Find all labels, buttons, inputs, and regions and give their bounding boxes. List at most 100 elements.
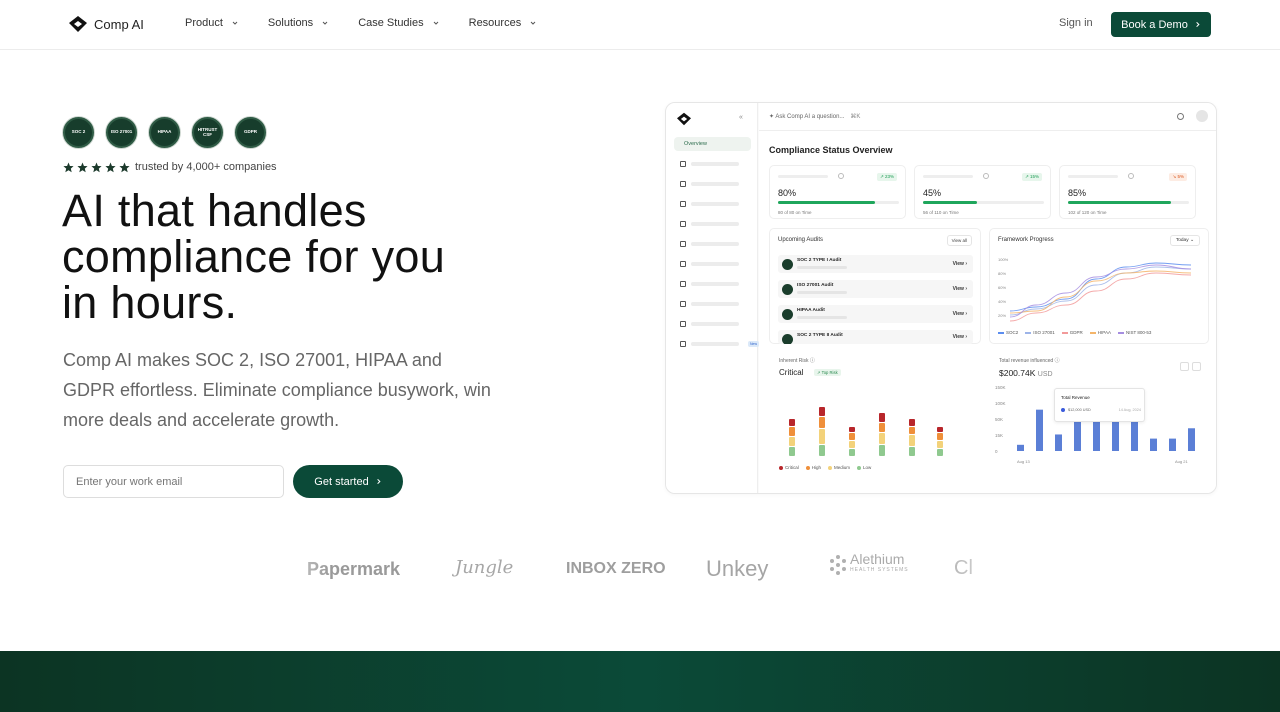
framework-line-chart: 100% 80% 60% 40% 20% xyxy=(998,257,1192,322)
risk-bar-segment xyxy=(819,429,825,444)
legend-swatch xyxy=(1089,331,1096,334)
chart-icon xyxy=(680,241,686,247)
progress-bar xyxy=(778,201,899,204)
y-tick-label: 150K xyxy=(995,385,1006,390)
revenue-bar xyxy=(1150,438,1157,451)
logo-fade-left xyxy=(250,545,330,593)
menu-resources-label: Resources xyxy=(468,17,522,29)
sidebar-item[interactable]: New xyxy=(680,341,760,347)
sidebar-item-placeholder xyxy=(691,262,739,266)
risk-bar-segment xyxy=(909,427,915,434)
legend-item: NIST 800-53 xyxy=(1117,330,1152,335)
get-started-button[interactable]: Get started xyxy=(293,465,403,498)
sidebar-item[interactable] xyxy=(680,281,739,287)
sidebar-item-placeholder xyxy=(691,242,739,246)
menu-solutions[interactable]: Solutions xyxy=(268,17,329,29)
certification-badges: SOC 2 ISO 27001 HIPAA HITRUST CSF GDPR xyxy=(63,117,266,148)
green-section-band xyxy=(0,651,1280,712)
risk-bar-segment xyxy=(849,427,855,432)
logo-fade-right xyxy=(950,545,1030,593)
range-select[interactable]: Today ⌄ xyxy=(1169,235,1200,246)
view-label: View xyxy=(952,286,964,292)
chevron-right-icon xyxy=(1196,21,1200,28)
sidebar-item[interactable] xyxy=(680,321,739,327)
stat-percent: 85% xyxy=(1068,188,1087,198)
audit-item[interactable]: ISO 27001 Audit View › xyxy=(778,280,973,298)
card-title: Inherent Risk ⓘ xyxy=(779,358,815,364)
y-tick-label: 100% xyxy=(998,257,1009,262)
collapse-icon[interactable]: « xyxy=(739,114,743,121)
tooltip-swatch xyxy=(1061,408,1065,412)
sidebar-item-placeholder xyxy=(691,202,739,206)
audit-badge-icon xyxy=(782,259,793,270)
legend-swatch xyxy=(1025,331,1032,334)
alethium-name: Alethium xyxy=(850,551,905,567)
risk-bar-segment xyxy=(879,433,885,444)
bar-chart-icon[interactable] xyxy=(1180,362,1189,371)
menu-product[interactable]: Product xyxy=(185,17,239,29)
sidebar-item[interactable] xyxy=(680,181,739,187)
menu-resources[interactable]: Resources xyxy=(469,17,538,29)
view-all-button[interactable]: View all xyxy=(946,235,972,246)
star-icon xyxy=(91,162,102,172)
chevron-down-icon xyxy=(433,21,438,25)
progress-fill xyxy=(923,201,978,204)
audit-badge-icon xyxy=(782,284,793,295)
audit-name: ISO 27001 Audit xyxy=(797,283,834,288)
ask-ai-input[interactable]: ✦ Ask Comp AI a question... ⌘K xyxy=(769,113,860,120)
risk-stacked-bars xyxy=(789,407,943,456)
risk-bar-segment xyxy=(937,433,943,440)
chevron-right-icon xyxy=(376,478,381,485)
risk-bar-segment xyxy=(879,445,885,456)
audit-badge-icon xyxy=(782,334,793,344)
audit-item[interactable]: SOC 2 TYPE I Audit View › xyxy=(778,255,973,273)
sidebar-item-placeholder xyxy=(691,222,739,226)
audit-item[interactable]: HIPAA Audit View › xyxy=(778,305,973,323)
legend-label: High xyxy=(811,465,822,470)
sidebar-item-overview[interactable]: Overview xyxy=(674,137,751,151)
iso27001-badge: ISO 27001 xyxy=(106,117,137,148)
sidebar-item-placeholder xyxy=(691,342,739,346)
menu-case-studies-label: Case Studies xyxy=(358,17,424,29)
rating-row: trusted by 4,000+ companies xyxy=(63,161,277,173)
view-link[interactable]: View › xyxy=(953,311,967,317)
risk-bar-segment xyxy=(879,413,885,422)
risk-bar-segment xyxy=(819,407,825,416)
sidebar-item[interactable] xyxy=(680,261,739,267)
stat-card: ↗ 23% 80% 80 of 80 on Time xyxy=(769,165,906,219)
view-link[interactable]: View › xyxy=(953,334,967,340)
work-email-input[interactable] xyxy=(63,465,284,498)
book-demo-button[interactable]: Book a Demo xyxy=(1111,12,1211,37)
upcoming-audits-card: Upcoming Audits View all SOC 2 TYPE I Au… xyxy=(769,228,981,344)
avatar[interactable] xyxy=(1196,110,1208,122)
sidebar-item[interactable] xyxy=(680,201,739,207)
hero-subhead: Comp AI makes SOC 2, ISO 27001, HIPAA an… xyxy=(63,350,491,430)
chevron-down-icon xyxy=(322,21,328,25)
line-chart-icon[interactable] xyxy=(1192,362,1201,371)
sign-in-link[interactable]: Sign in xyxy=(1059,17,1093,29)
audit-item[interactable]: SOC 2 TYPE II Audit View › xyxy=(778,330,973,344)
brand-logo[interactable]: Comp AI xyxy=(68,15,144,33)
sidebar-item[interactable] xyxy=(680,301,739,307)
progress-bar xyxy=(923,201,1044,204)
star-icon xyxy=(119,162,130,172)
lock-icon xyxy=(680,281,686,287)
sidebar-item[interactable] xyxy=(680,161,739,167)
risk-title: Inherent Risk xyxy=(779,358,809,364)
sidebar-item[interactable] xyxy=(680,241,739,247)
info-icon xyxy=(1128,173,1134,179)
top-navbar: Comp AI Product Solutions Case Studies R… xyxy=(0,0,1280,50)
sidebar-item-placeholder xyxy=(691,322,739,326)
y-tick-label: 60% xyxy=(998,285,1006,290)
hitrust-badge: HITRUST CSF xyxy=(192,117,223,148)
legend-label: Low xyxy=(863,465,872,470)
view-link[interactable]: View › xyxy=(953,286,967,292)
sidebar-item[interactable] xyxy=(680,221,739,227)
legend-label: NIST 800-53 xyxy=(1125,330,1152,335)
stat-subtext: 102 of 120 on Time xyxy=(1068,210,1107,215)
hero-headline: AI that handles compliance for you in ho… xyxy=(62,185,446,328)
person-icon xyxy=(680,321,686,327)
menu-case-studies[interactable]: Case Studies xyxy=(358,17,439,29)
view-link[interactable]: View › xyxy=(953,261,967,267)
notification-icon[interactable] xyxy=(1177,113,1184,120)
